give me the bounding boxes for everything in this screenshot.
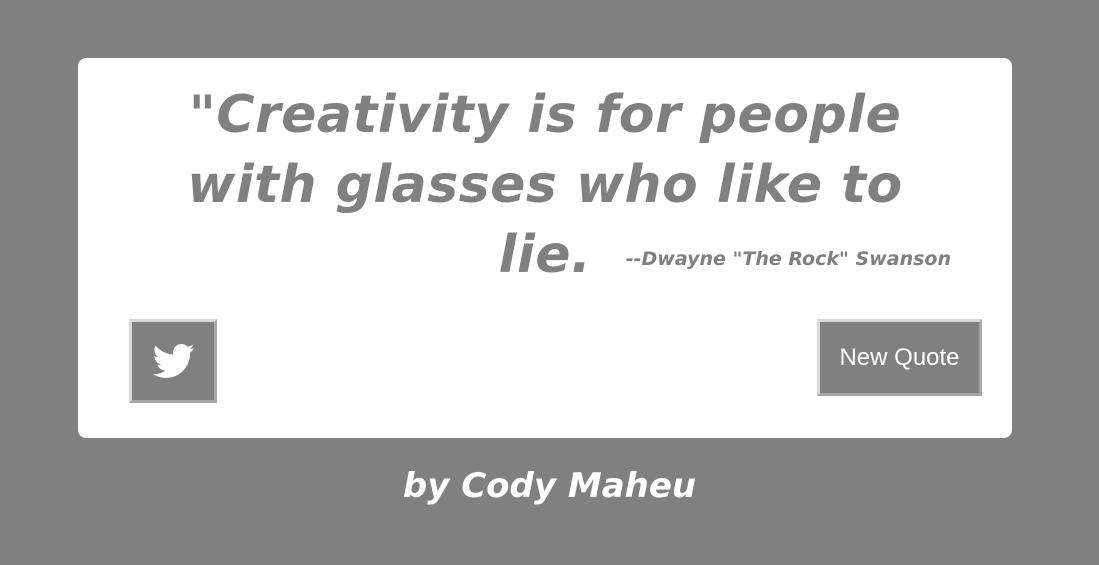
author-byline: by Cody Maheu bbox=[402, 466, 697, 506]
twitter-bird-icon bbox=[151, 339, 195, 383]
quote-author: --Dwayne "The Rock" Swanson bbox=[625, 248, 951, 270]
quote-card: "Creativity is for people with glasses w… bbox=[78, 58, 1012, 438]
tweet-button[interactable] bbox=[129, 319, 217, 403]
new-quote-button[interactable]: New Quote bbox=[817, 319, 982, 396]
